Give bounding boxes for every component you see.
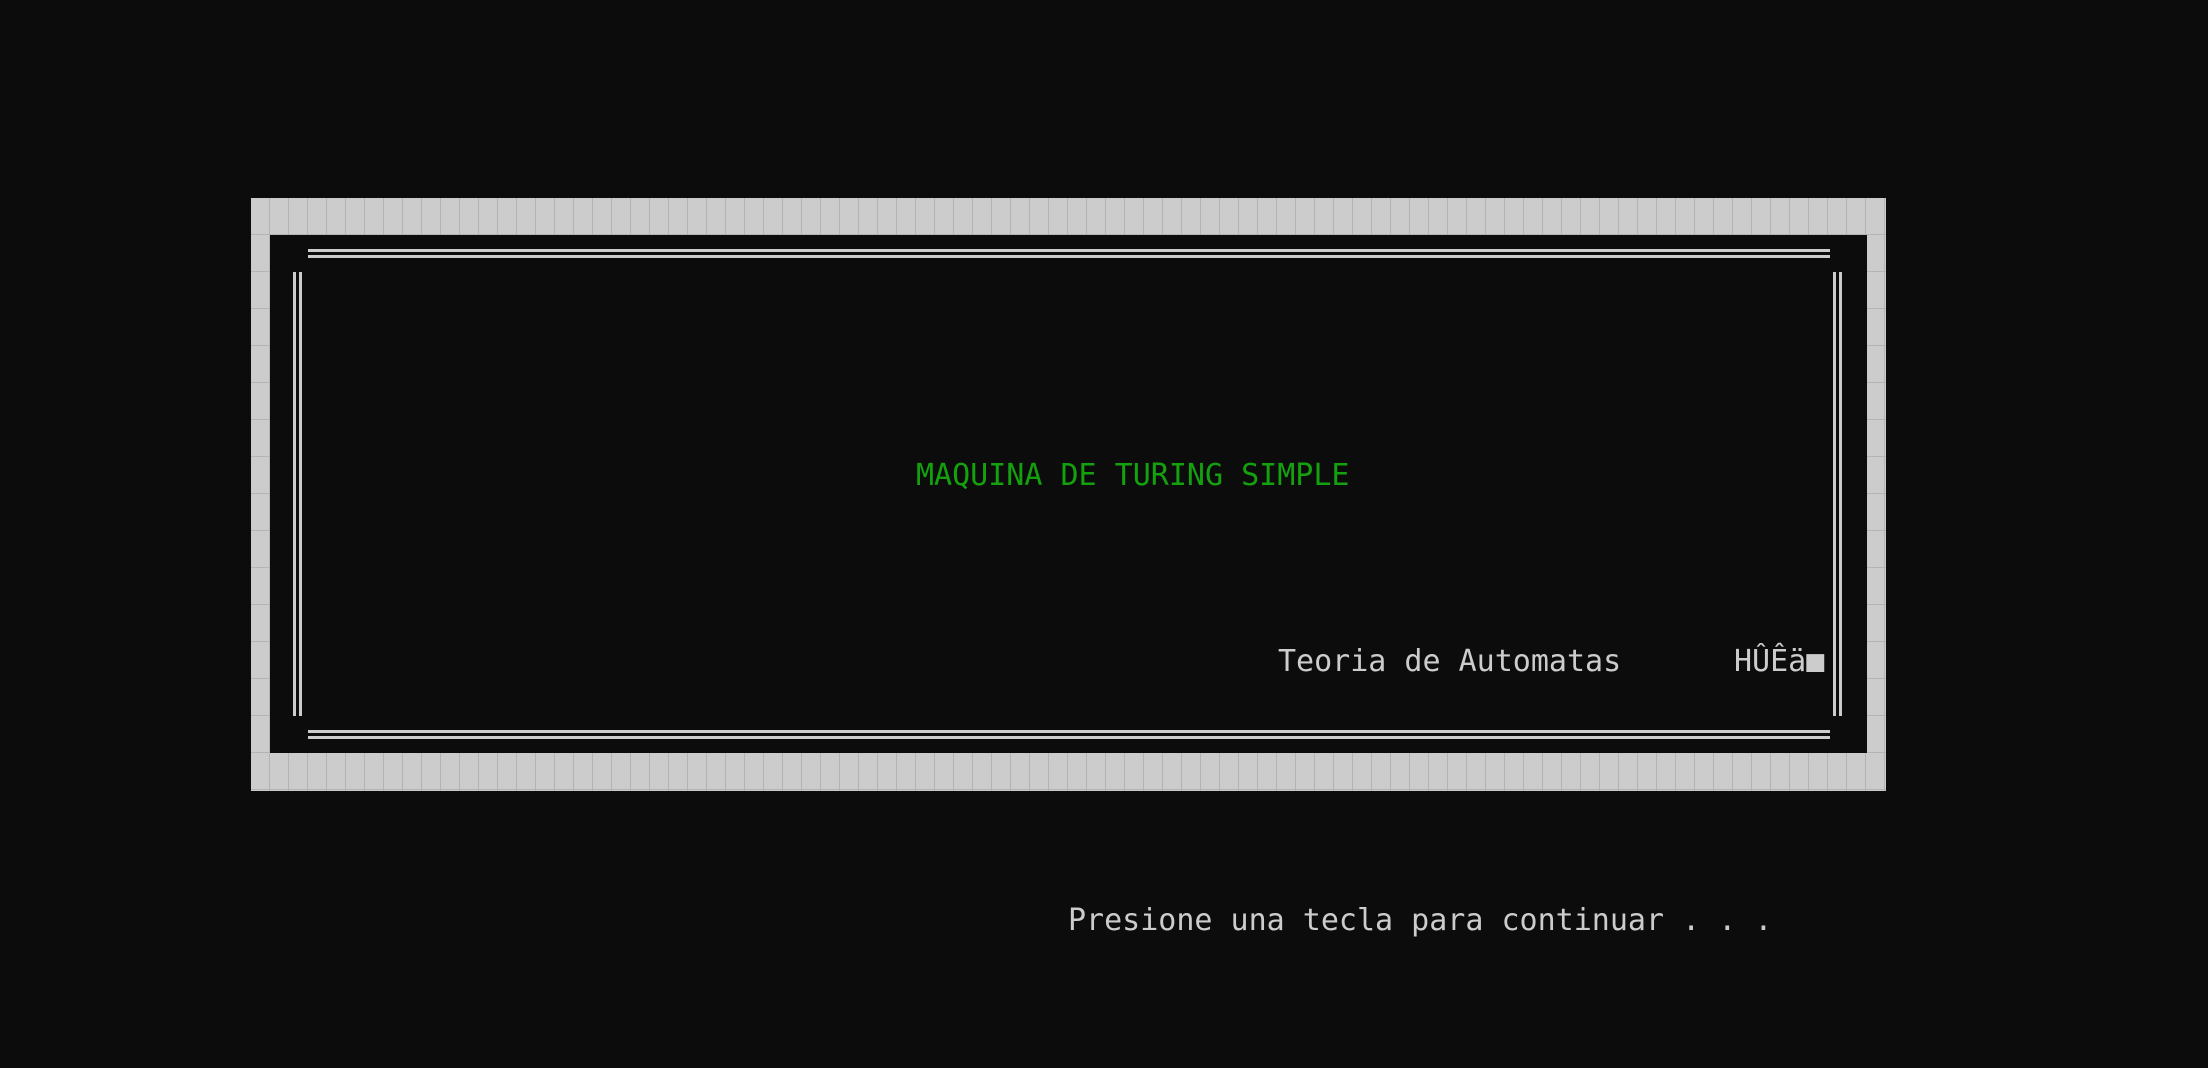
double-line-bottom bbox=[308, 730, 1830, 739]
continue-prompt: Presione una tecla para continuar . . . bbox=[1068, 903, 1773, 938]
program-title: MAQUINA DE TURING SIMPLE bbox=[916, 458, 1350, 493]
double-line-top bbox=[308, 249, 1830, 258]
double-line-right bbox=[1833, 272, 1842, 716]
garbled-characters: HÛÊä■ bbox=[1734, 644, 1825, 679]
double-line-left bbox=[293, 272, 302, 716]
course-subtitle: Teoria de Automatas bbox=[1278, 644, 1622, 679]
box-interior bbox=[270, 235, 1867, 753]
console-window: MAQUINA DE TURING SIMPLE Teoria de Autom… bbox=[0, 0, 2208, 1068]
